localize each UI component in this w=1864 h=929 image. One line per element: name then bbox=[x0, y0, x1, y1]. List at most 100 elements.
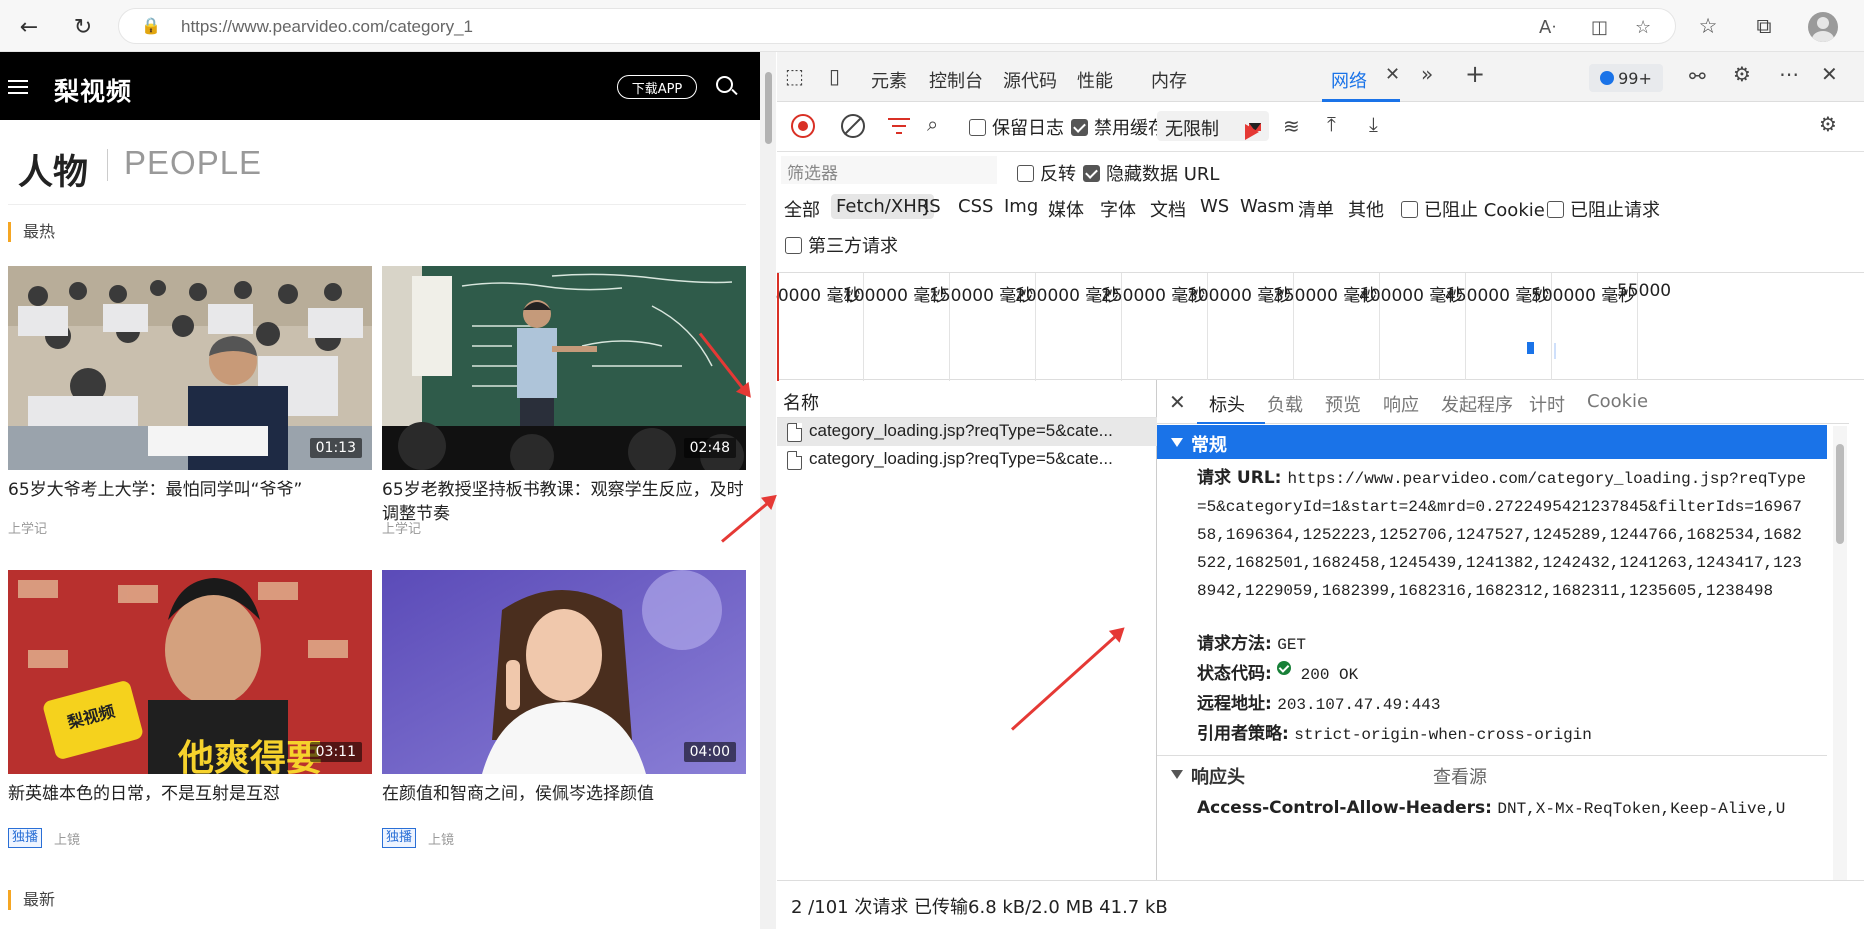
video-thumbnail[interactable]: 04:00 bbox=[382, 570, 746, 774]
filter-icon[interactable] bbox=[887, 116, 911, 136]
name-column-header[interactable]: 名称 bbox=[777, 380, 1157, 418]
device-toggle-icon[interactable]: ▯ bbox=[829, 64, 840, 88]
import-har-icon[interactable]: ⤒ bbox=[1327, 112, 1336, 136]
preserve-log-checkbox[interactable]: 保留日志 bbox=[969, 114, 1064, 140]
video-category[interactable]: 上镜 bbox=[54, 829, 80, 848]
clear-icon[interactable] bbox=[841, 114, 865, 138]
type-filter-ws[interactable]: WS bbox=[1195, 194, 1234, 219]
video-category[interactable]: 上镜 bbox=[428, 829, 454, 848]
favorites-icon[interactable]: ☆ bbox=[1694, 12, 1722, 40]
split-screen-icon[interactable]: ◫ bbox=[1591, 17, 1608, 38]
type-filter-other[interactable]: 其他 bbox=[1343, 194, 1389, 224]
export-har-icon[interactable]: ⤓ bbox=[1369, 112, 1378, 136]
checkbox[interactable] bbox=[969, 118, 986, 136]
type-filter-all[interactable]: 全部 bbox=[779, 194, 825, 224]
tab-headers[interactable]: 标头 bbox=[1209, 391, 1245, 417]
add-tab-icon[interactable]: + bbox=[1465, 60, 1485, 88]
collections-icon[interactable]: ⧉ bbox=[1750, 12, 1778, 40]
more-tabs-icon[interactable]: » bbox=[1421, 62, 1433, 86]
blocked-requests-checkbox[interactable]: 已阻止请求 bbox=[1547, 196, 1660, 222]
video-card[interactable]: 01:13 65岁大爷考上大学：最怕同学叫“爷爷” 上学记 bbox=[8, 266, 372, 537]
video-category[interactable]: 上学记 bbox=[8, 518, 47, 537]
type-filter-wasm[interactable]: Wasm bbox=[1235, 194, 1300, 219]
menu-icon[interactable] bbox=[8, 80, 28, 94]
tab-payload[interactable]: 负载 bbox=[1267, 391, 1303, 417]
tab-console[interactable]: 控制台 bbox=[929, 67, 983, 93]
type-filter-media[interactable]: 媒体 bbox=[1043, 194, 1089, 224]
type-filter-css[interactable]: CSS bbox=[953, 194, 998, 219]
disable-cache-checkbox[interactable]: 禁用缓存 bbox=[1071, 114, 1166, 140]
type-filter-img[interactable]: Img bbox=[999, 194, 1043, 219]
type-filter-manifest[interactable]: 清单 bbox=[1293, 194, 1339, 224]
third-party-label: 第三方请求 bbox=[808, 236, 898, 257]
checkbox[interactable] bbox=[785, 236, 802, 254]
checkbox[interactable] bbox=[1071, 118, 1088, 136]
checkbox[interactable] bbox=[1401, 200, 1418, 218]
network-conditions-icon[interactable]: ≋ bbox=[1283, 114, 1300, 138]
response-headers-section[interactable]: 响应头 查看源 bbox=[1157, 755, 1827, 791]
tab-timing[interactable]: 计时 bbox=[1529, 391, 1565, 417]
inspect-icon[interactable]: ⬚ bbox=[785, 64, 804, 88]
connect-icon[interactable]: ⚯ bbox=[1689, 64, 1706, 88]
settings-icon[interactable]: ⚙ bbox=[1733, 62, 1751, 86]
avatar[interactable] bbox=[1808, 12, 1838, 42]
back-icon[interactable]: ← bbox=[14, 12, 44, 42]
tab-initiator[interactable]: 发起程序 bbox=[1441, 391, 1513, 417]
checkbox[interactable] bbox=[1547, 200, 1564, 218]
invert-checkbox[interactable]: 反转 bbox=[1017, 160, 1076, 186]
video-thumbnail[interactable]: 02:48 bbox=[382, 266, 746, 470]
video-card[interactable]: 04:00 在颜值和智商之间，侯佩岑选择颜值 独播 上镜 bbox=[382, 570, 746, 848]
reload-icon[interactable]: ↻ bbox=[68, 12, 98, 42]
general-section-header[interactable]: 常规 bbox=[1157, 425, 1827, 459]
record-icon[interactable] bbox=[791, 114, 815, 138]
type-filter-doc[interactable]: 文档 bbox=[1145, 194, 1191, 224]
more-options-icon[interactable]: ⋯ bbox=[1779, 62, 1799, 86]
video-thumbnail[interactable]: 01:13 bbox=[8, 266, 372, 470]
tab-cookies[interactable]: Cookie bbox=[1587, 391, 1648, 412]
add-favorite-icon[interactable]: ☆ bbox=[1635, 17, 1651, 38]
video-title[interactable]: 新英雄本色的日常，不是互射是互怼 bbox=[8, 782, 372, 806]
view-source-link[interactable]: 查看源 bbox=[1433, 763, 1487, 789]
filter-input[interactable]: 筛选器 bbox=[781, 156, 997, 184]
issues-badge[interactable]: 99+ bbox=[1589, 64, 1663, 92]
type-filter-js[interactable]: JS bbox=[919, 194, 946, 219]
close-tab-icon[interactable]: ✕ bbox=[1385, 64, 1400, 85]
tab-sources[interactable]: 源代码 bbox=[1003, 67, 1057, 93]
page-scrollbar-thumb[interactable] bbox=[765, 72, 772, 144]
type-filter-font[interactable]: 字体 bbox=[1095, 194, 1141, 224]
tab-response[interactable]: 响应 bbox=[1383, 391, 1419, 417]
throttling-select[interactable]: 无限制 bbox=[1157, 111, 1269, 141]
tab-performance[interactable]: 性能 bbox=[1077, 67, 1113, 93]
request-row[interactable]: category_loading.jsp?reqType=5&cate... bbox=[777, 446, 1157, 474]
checkbox[interactable] bbox=[1083, 164, 1100, 182]
status-ok-icon bbox=[1277, 661, 1292, 675]
blocked-cookies-checkbox[interactable]: 已阻止 Cookie bbox=[1401, 196, 1545, 222]
video-title[interactable]: 在颜值和智商之间，侯佩岑选择颜值 bbox=[382, 782, 746, 806]
close-details-icon[interactable]: ✕ bbox=[1169, 390, 1186, 414]
download-app-button[interactable]: 下载APP bbox=[617, 75, 697, 99]
search-icon[interactable]: ⌕ bbox=[927, 112, 938, 136]
site-logo[interactable]: 梨视频 bbox=[54, 72, 132, 108]
network-timeline[interactable]: 50000 毫秒 100000 毫秒 150000 毫秒 200000 毫秒 2… bbox=[767, 272, 1864, 381]
hide-data-url-checkbox[interactable]: 隐藏数据 URL bbox=[1083, 160, 1219, 186]
video-category[interactable]: 上学记 bbox=[382, 518, 421, 537]
tab-memory[interactable]: 内存 bbox=[1151, 67, 1187, 93]
video-card[interactable]: 他爽得要 梨视频 03:11 新英雄本色的日常，不是互射是互怼 独播 上镜 bbox=[8, 570, 372, 848]
details-scrollbar[interactable] bbox=[1833, 426, 1847, 880]
network-settings-icon[interactable]: ⚙ bbox=[1819, 112, 1837, 136]
tab-preview[interactable]: 预览 bbox=[1325, 391, 1361, 417]
video-title[interactable]: 65岁大爷考上大学：最怕同学叫“爷爷” bbox=[8, 478, 372, 502]
search-icon[interactable] bbox=[716, 76, 733, 93]
video-title[interactable]: 65岁老教授坚持板书教课：观察学生反应，及时调整节奏 bbox=[382, 478, 746, 526]
checkbox[interactable] bbox=[1017, 164, 1034, 182]
address-bar[interactable]: 🔒 https://www.pearvideo.com/category_1 A… bbox=[118, 8, 1676, 44]
request-row[interactable]: category_loading.jsp?reqType=5&cate... bbox=[777, 418, 1157, 446]
video-thumbnail[interactable]: 他爽得要 梨视频 03:11 bbox=[8, 570, 372, 774]
tab-elements[interactable]: 元素 bbox=[871, 67, 907, 93]
video-card[interactable]: 02:48 65岁老教授坚持板书教课：观察学生反应，及时调整节奏 上学记 bbox=[382, 266, 746, 537]
scrollbar-thumb[interactable] bbox=[1836, 444, 1844, 544]
close-devtools-icon[interactable]: ✕ bbox=[1821, 62, 1838, 86]
third-party-checkbox[interactable]: 第三方请求 bbox=[785, 232, 898, 258]
read-aloud-icon[interactable]: Aᐧ bbox=[1539, 17, 1556, 38]
tab-network[interactable]: 网络 bbox=[1331, 67, 1367, 93]
